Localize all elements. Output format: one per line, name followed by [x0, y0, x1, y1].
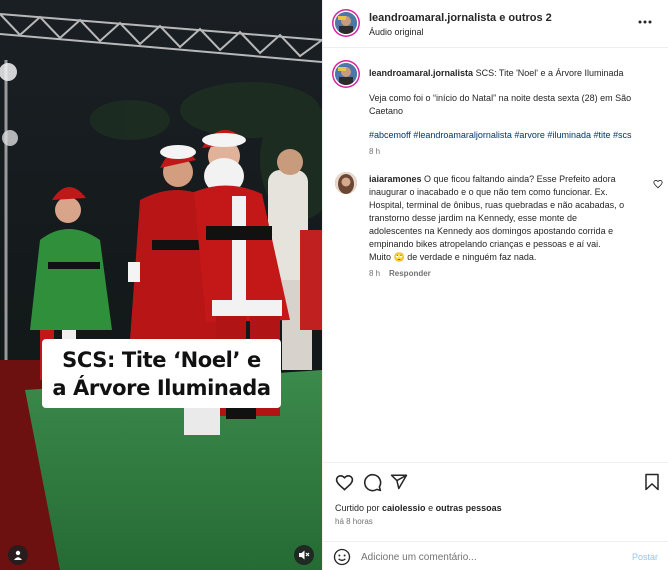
comment-line-3: Hospital, terminal de ônibus, ruas quebr… [369, 200, 625, 210]
emoji-picker-button[interactable] [333, 548, 351, 566]
comment-button[interactable] [361, 471, 383, 493]
caption-body-line-1: Veja como foi o “início do Natal” na noi… [369, 93, 632, 103]
caption-first-line: leandroamaral.jornalista SCS: Tite 'Noel… [369, 67, 657, 80]
video-frame [0, 0, 322, 570]
comment-line-5: adolescentes na Kennedy aos domingos apo… [369, 226, 614, 236]
more-options-button[interactable] [635, 14, 655, 30]
caption-time[interactable]: 8 h [369, 147, 380, 156]
comment-line-7: Muito 🙄 de verdade e ninguém faz nada. [369, 251, 645, 264]
user-tag-icon [14, 550, 22, 560]
like-comment-button[interactable] [653, 178, 665, 190]
comment-line-2: inaugurar o inacabado e o que não tem co… [369, 187, 608, 197]
header-account-line[interactable]: leandroamaral.jornalista e outros 2 [369, 12, 552, 24]
comment-time[interactable]: 8 h [369, 269, 380, 278]
comment-text-1: O que ficou faltando ainda? Esse Prefeit… [424, 174, 616, 184]
commenter-avatar[interactable] [335, 172, 357, 194]
comment-line-1: iaiaramones O que ficou faltando ainda? … [369, 173, 645, 186]
volume-muted-icon [299, 550, 310, 560]
more-options-icon [638, 20, 652, 24]
liked-middle: e [425, 503, 436, 513]
original-audio-link[interactable]: Áudio original [369, 27, 424, 37]
caption-username[interactable]: leandroamaral.jornalista [369, 68, 473, 78]
reply-button[interactable]: Responder [389, 269, 431, 278]
video-player[interactable]: SCS: Tite ‘Noel’ e a Árvore Iluminada [0, 0, 322, 570]
heart-icon [335, 474, 353, 491]
video-caption-line-2: a Árvore Iluminada [52, 375, 271, 400]
liked-others-link[interactable]: outras pessoas [436, 503, 502, 513]
comments-section: leandroamaral.jornalista SCS: Tite 'Noel… [323, 49, 668, 461]
comment-icon [363, 473, 381, 491]
comment-line-6: empinando bikes atropelando crianças e p… [369, 239, 601, 249]
heart-icon [653, 180, 663, 189]
caption-body-line-2: Caetano [369, 106, 404, 116]
post-header: leandroamaral.jornalista e outros 2 Áudi… [323, 0, 668, 48]
post-comment-button[interactable]: Postar [632, 552, 658, 562]
comment-last-start: Muito [369, 252, 392, 262]
mute-button[interactable] [294, 545, 314, 565]
post-panel: leandroamaral.jornalista e outros 2 Áudi… [322, 0, 668, 570]
video-caption-line-1: SCS: Tite ‘Noel’ e [62, 347, 261, 372]
liked-by-text: Curtido por caiolessio e outras pessoas [335, 503, 502, 513]
caption-title: SCS: Tite 'Noel' e a Árvore Iluminada [475, 68, 624, 78]
caption-hashtags[interactable]: #abcemoff #leandroamaraljornalista #arvo… [369, 129, 657, 142]
post-actions: Curtido por caiolessio e outras pessoas … [323, 462, 668, 570]
comment-body: iaiaramones O que ficou faltando ainda? … [369, 173, 645, 264]
share-button[interactable] [388, 471, 410, 493]
add-comment-bar: Postar [323, 541, 668, 570]
comment-line-4: transtorno desse jardim na Kennedy, esse… [369, 213, 577, 223]
video-caption-overlay: SCS: Tite ‘Noel’ e a Árvore Iluminada [42, 339, 281, 408]
caption-author-avatar[interactable] [335, 63, 357, 85]
save-button[interactable] [641, 471, 663, 493]
comment-username[interactable]: iaiaramones [369, 174, 422, 184]
comment-last-end: de verdade e ninguém faz nada. [407, 252, 537, 262]
eye-roll-emoji: 🙄 [393, 252, 405, 262]
author-avatar[interactable] [335, 12, 357, 34]
smiley-icon [333, 548, 351, 566]
comment-input[interactable] [361, 548, 611, 566]
share-icon [390, 474, 408, 490]
bookmark-icon [645, 473, 659, 491]
like-button[interactable] [333, 471, 355, 493]
tagged-users-button[interactable] [8, 545, 28, 565]
caption-body: Veja como foi o “início do Natal” na noi… [369, 92, 657, 118]
liked-user-link[interactable]: caiolessio [382, 503, 426, 513]
liked-prefix: Curtido por [335, 503, 383, 513]
post-age[interactable]: há 8 horas [335, 517, 373, 526]
